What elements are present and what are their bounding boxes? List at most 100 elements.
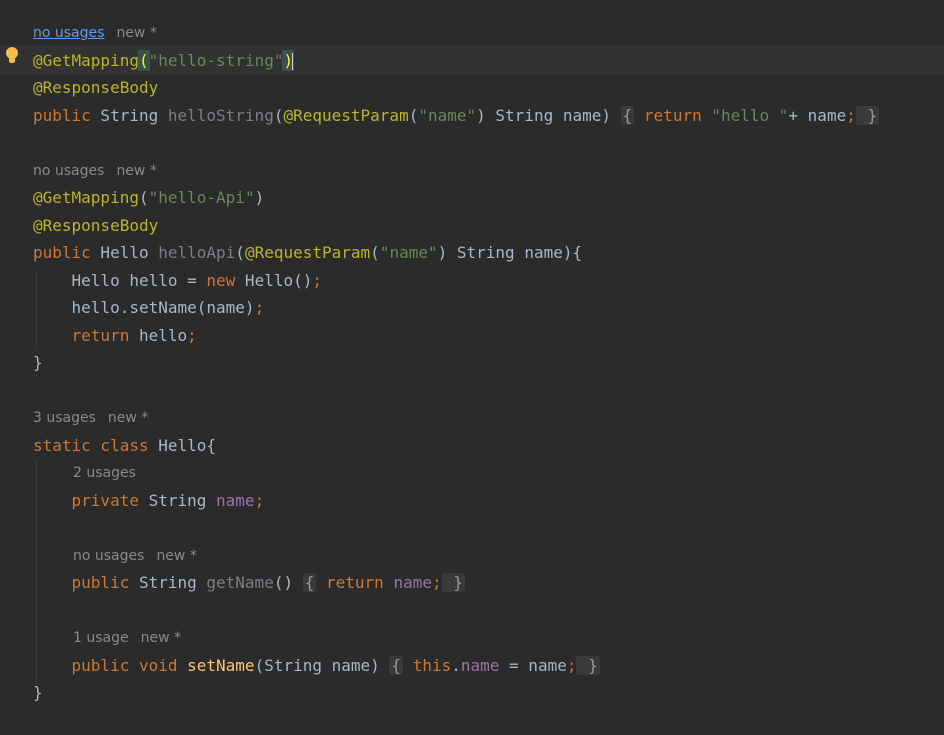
method-name: setName — [187, 656, 255, 675]
keyword: private — [71, 491, 139, 510]
author-hint[interactable]: new * — [156, 548, 196, 564]
semicolon: ; — [254, 298, 265, 317]
parens: () — [273, 573, 303, 592]
code-vision-hint: no usages new * — [33, 161, 157, 181]
string-literal: "name" — [418, 106, 477, 125]
semicolon: ; — [312, 271, 322, 290]
lightbulb-icon[interactable] — [5, 47, 19, 67]
code-line[interactable]: private String name; — [33, 487, 265, 514]
code-line[interactable]: static class Hello{ — [33, 432, 216, 459]
matched-paren: ( — [138, 50, 150, 71]
usages-link[interactable]: no usages — [33, 25, 104, 41]
type-name: Hello — [90, 243, 159, 262]
field-name: name — [393, 573, 432, 592]
paren: ) — [254, 188, 265, 207]
usages-hint[interactable]: 1 usage — [73, 630, 129, 646]
keyword: class — [90, 436, 149, 455]
field-name: name — [216, 491, 255, 510]
usages-hint[interactable]: 3 usages — [33, 410, 96, 426]
type-name: String — [138, 491, 217, 510]
string-literal: "name" — [379, 243, 438, 262]
usages-hint[interactable]: no usages — [33, 163, 104, 179]
fold-marker-open[interactable]: { — [389, 656, 404, 675]
author-hint[interactable]: new * — [116, 163, 156, 179]
method-call: hello.setName(name) — [71, 298, 255, 317]
method-name: getName — [206, 573, 274, 592]
usages-hint[interactable]: no usages — [73, 548, 144, 564]
keyword: this — [403, 656, 452, 675]
code-line[interactable]: @ResponseBody — [33, 212, 158, 239]
parameters: (String name) — [254, 656, 390, 675]
fold-marker-close[interactable]: } — [855, 106, 880, 125]
string-literal: "hello " — [711, 106, 789, 125]
code-line[interactable]: return hello; — [33, 322, 197, 349]
declaration: Hello hello = — [71, 271, 207, 290]
paren: ( — [235, 243, 245, 262]
fold-marker-open[interactable]: { — [302, 573, 317, 592]
identifier: hello — [129, 326, 188, 345]
code-line[interactable]: hello.setName(name); — [33, 294, 265, 321]
keyword: void — [129, 656, 188, 675]
paren: ( — [138, 188, 149, 207]
code-line[interactable]: @GetMapping("hello-Api") — [33, 184, 264, 211]
keyword: public — [33, 243, 91, 262]
code-line[interactable]: } — [33, 349, 43, 376]
fold-marker-close[interactable]: } — [441, 573, 465, 592]
code-line[interactable]: @ResponseBody — [33, 74, 158, 101]
keyword: return — [634, 106, 712, 125]
annotation: @GetMapping — [33, 51, 139, 70]
code-line[interactable]: @GetMapping("hello-string") — [33, 47, 295, 74]
closing-brace: } — [33, 353, 43, 372]
annotation: @RequestParam — [244, 243, 371, 262]
code-line[interactable]: public void setName(String name) { this.… — [33, 652, 600, 679]
code-editor[interactable]: no usages new * @GetMapping("hello-string… — [0, 0, 944, 735]
string-literal: "hello-string" — [148, 51, 284, 70]
usages-hint[interactable]: 2 usages — [73, 465, 136, 481]
code-line[interactable]: public String getName() { return name; } — [33, 569, 465, 596]
class-name: Hello{ — [148, 436, 217, 455]
text-caret — [292, 52, 295, 71]
keyword: static — [33, 436, 91, 455]
code-line[interactable]: } — [33, 679, 43, 706]
annotation: @ResponseBody — [33, 78, 159, 97]
semicolon: ; — [254, 491, 265, 510]
dot: . — [451, 656, 461, 675]
keyword: new — [206, 271, 236, 290]
code-vision-hint: 1 usage new * — [73, 628, 181, 648]
method-name: helloApi — [158, 243, 236, 262]
keyword: public — [71, 573, 130, 592]
author-hint[interactable]: new * — [108, 410, 148, 426]
assignment: = name — [499, 656, 567, 675]
constructor-call: Hello() — [235, 271, 313, 290]
type-name: String — [129, 573, 207, 592]
keyword: public — [33, 106, 91, 125]
type-name: String — [90, 106, 168, 125]
code-vision-hint: 3 usages new * — [33, 408, 148, 428]
keyword: public — [71, 656, 130, 675]
fold-marker-open[interactable]: { — [620, 106, 635, 125]
code-line[interactable]: Hello hello = new Hello(); — [33, 267, 322, 294]
semicolon: ; — [187, 326, 197, 345]
paren: ( — [370, 243, 380, 262]
paren: ) — [437, 243, 448, 262]
keyword: return — [71, 326, 130, 345]
author-hint[interactable]: new * — [141, 630, 181, 646]
annotation: @GetMapping — [33, 188, 139, 207]
method-name: helloString — [167, 106, 274, 125]
code-vision-hint: 2 usages — [73, 463, 136, 483]
annotation: @ResponseBody — [33, 216, 159, 235]
code-line[interactable]: public Hello helloApi(@RequestParam("nam… — [33, 239, 582, 266]
parameters: String name){ — [447, 243, 583, 262]
author-hint[interactable]: new * — [116, 25, 156, 41]
fold-marker-close[interactable]: } — [576, 656, 600, 675]
code-line[interactable]: public String helloString(@RequestParam(… — [33, 102, 880, 129]
string-literal: "hello-Api" — [148, 188, 255, 207]
paren: ( — [408, 106, 419, 125]
semicolon: ; — [431, 573, 442, 592]
